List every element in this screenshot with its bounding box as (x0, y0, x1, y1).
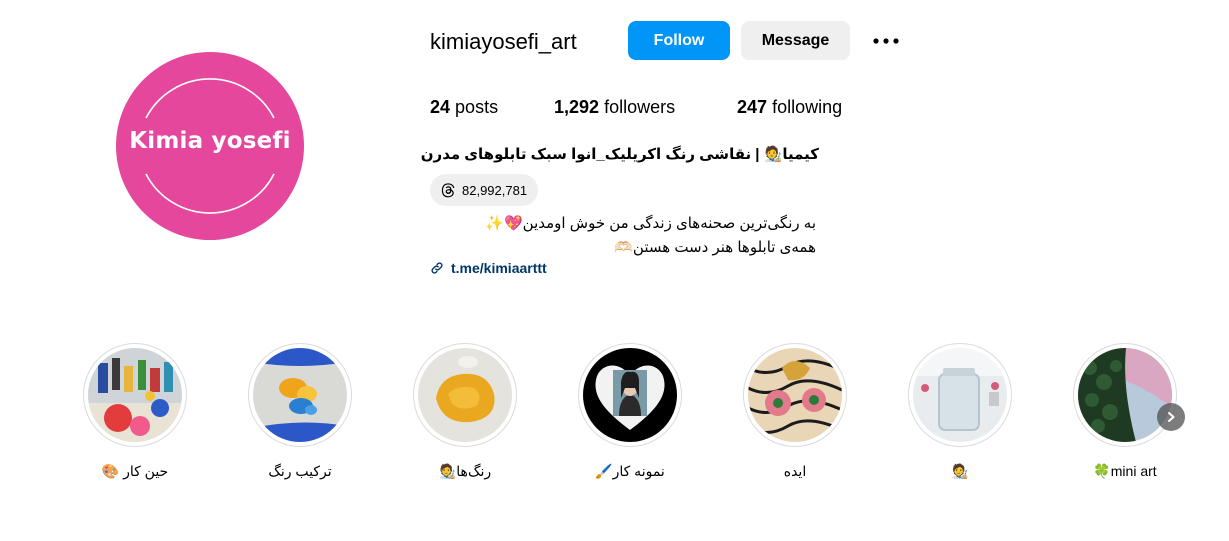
highlight-label: 🧑‍🎨 (951, 463, 969, 479)
threads-count: 82,992,781 (462, 182, 528, 198)
highlight-1[interactable] (83, 343, 187, 447)
highlight-cover-image (583, 348, 677, 442)
highlight-label: نمونه کار🖌️ (595, 463, 665, 479)
bio-link[interactable]: t.me/kimiaarttt (430, 260, 547, 276)
username: kimiayosefi_art (430, 29, 577, 54)
bio-line-2: همه‌ی تابلوها هنر دست هستن🫶🏻 (614, 239, 816, 256)
highlight-cover-image (1078, 348, 1172, 442)
bio-link-text: t.me/kimiaarttt (451, 260, 547, 276)
followers-count: 1,292 (554, 97, 600, 117)
chevron-right-icon (1168, 412, 1175, 422)
threads-badge[interactable]: 82,992,781 (430, 174, 539, 206)
followers-label: followers (604, 97, 676, 117)
highlight-cover-image (418, 348, 512, 442)
highlight-cover-image (253, 348, 347, 442)
follow-button[interactable]: Follow (628, 21, 730, 60)
following-count: 247 (737, 97, 768, 117)
bio-name: کیمیا🧑‍🎨 | نقاشی رنگ اکریلیک_انوا سبک تا… (420, 146, 819, 163)
following-label: following (772, 97, 843, 117)
highlight-label: ترکیب رنگ (268, 463, 332, 479)
highlight-7[interactable] (1073, 343, 1177, 447)
bio-line-1: به رنگی‌ترین صحنه‌های زندگی من خوش اومدی… (485, 215, 816, 232)
highlight-label: حین کار 🎨 (101, 463, 169, 479)
highlight-cover-image (88, 348, 182, 442)
posts-label: posts (455, 97, 499, 117)
posts-stat: 24 posts (430, 97, 498, 118)
message-button[interactable]: Message (741, 21, 850, 60)
highlight-3[interactable] (413, 343, 517, 447)
highlight-4[interactable] (578, 343, 682, 447)
followers-stat[interactable]: 1,292 followers (554, 97, 675, 118)
threads-icon (441, 183, 455, 198)
highlight-label: رنگ‌ها🧑‍🎨 (438, 463, 492, 479)
profile-avatar[interactable]: Kimia yosefi (116, 52, 304, 240)
link-icon (431, 262, 443, 274)
highlight-cover-image (913, 348, 1007, 442)
highlight-label: mini art🍀 (1093, 463, 1157, 479)
avatar-text: Kimia yosefi (129, 128, 291, 154)
highlight-2[interactable] (248, 343, 352, 447)
highlight-5[interactable] (743, 343, 847, 447)
highlight-6[interactable] (908, 343, 1012, 447)
posts-count: 24 (430, 97, 451, 117)
highlight-label: ایده (783, 463, 807, 479)
following-stat[interactable]: 247 following (737, 97, 842, 118)
highlight-cover-image (748, 348, 842, 442)
highlights-next-button[interactable] (1157, 403, 1185, 431)
more-options-icon[interactable] (870, 24, 902, 58)
